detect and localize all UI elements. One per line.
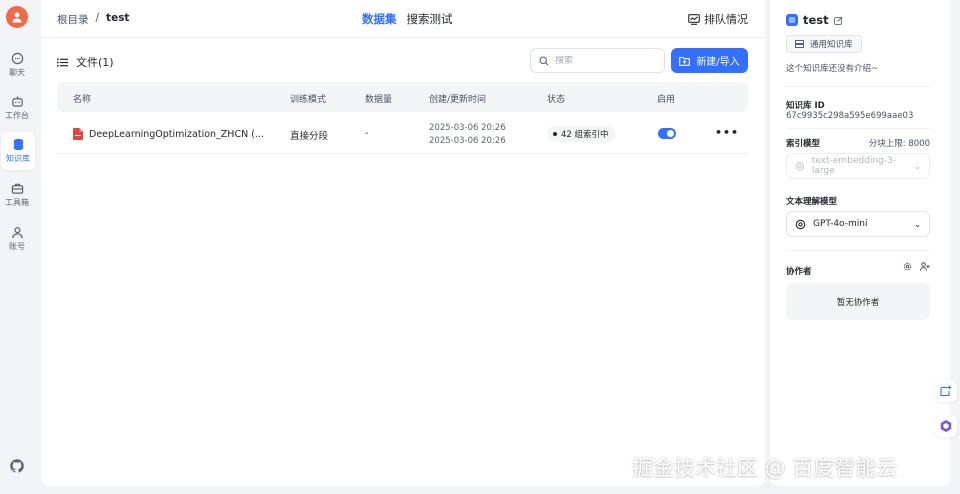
kb-intro[interactable]: 这个知识库还没有介绍~ [786,62,878,74]
table-header: 名称 训练模式 数据量 创建/更新时间 状态 启用 [57,82,748,112]
nav-label-knowledge: 知识库 [6,154,30,163]
nav-item-workbench[interactable]: 工作台 [0,89,34,127]
text-model-value: GPT-4o-mini [813,219,868,229]
index-model-select: text-embedding-3-large ⌄ [786,153,930,179]
column-header-time: 创建/更新时间 [429,95,487,105]
search-input[interactable] [555,55,655,66]
timestamps: 2025-03-06 20:26 2025-03-06 20:26 [429,122,506,148]
data-count: - [365,128,369,139]
index-model-value: text-embedding-3-large [811,156,896,176]
search-box[interactable] [530,48,665,73]
tab-bar: 数据集 搜索测试 [362,11,453,27]
collaborators-empty: 暂无协作者 [786,283,930,320]
gear-icon[interactable] [903,262,912,271]
github-link[interactable] [9,458,27,476]
column-header-mode: 训练模式 [290,95,327,105]
collaborator-actions [903,262,930,271]
tab-dataset[interactable]: 数据集 [362,11,397,27]
kb-name: test [803,13,829,27]
file-name-cell[interactable]: DeepLearningOptimization_ZHCN (... [73,128,264,140]
enable-toggle[interactable] [658,128,676,139]
new-import-button[interactable]: 新建/导入 [671,48,748,73]
queue-label: 排队情况 [704,13,748,26]
index-model-label: 索引模型 [786,139,821,149]
new-import-label: 新建/导入 [696,57,740,68]
list-icon [57,58,68,66]
text-model-select[interactable]: GPT-4o-mini ⌄ [786,211,930,237]
edit-icon[interactable] [833,15,843,25]
user-icon [12,12,22,23]
column-header-count: 数据量 [365,95,393,105]
created-time: 2025-03-06 20:26 [429,123,506,133]
queue-status-button[interactable]: 排队情况 [688,11,748,27]
info-panel: test 通用知识库 这个知识库还没有介绍~ 知识库 ID 67c9935c29… [770,0,950,486]
kb-id-label: 知识库 ID [786,101,825,111]
file-name: DeepLearningOptimization_ZHCN (... [89,128,264,140]
message-plus-icon [940,385,952,397]
breadcrumb-root[interactable]: 根目录 [57,12,89,27]
main-panel: 根目录 / test 数据集 搜索测试 排队情况 文件(1) 新建/导入 名称 … [41,0,765,486]
nav-label-chat: 聊天 [9,68,25,77]
server-icon [795,40,804,48]
status-dot-icon [553,132,557,136]
chat-icon [11,52,23,65]
chunk-limit: 分块上限: 8000 [868,139,930,149]
updated-time: 2025-03-06 20:26 [429,136,506,146]
feedback-button[interactable] [935,380,957,402]
nav-label-workbench: 工作台 [5,111,29,120]
divider [786,128,930,129]
add-user-icon[interactable] [920,262,930,271]
nav-item-chat[interactable]: 聊天 [0,46,34,84]
kb-type-badge: 通用知识库 [786,35,862,53]
status-text: 42 组索引中 [561,130,609,140]
kb-type-label: 通用知识库 [810,40,853,50]
pdf-file-icon [73,128,83,140]
tab-search-test[interactable]: 搜索测试 [407,11,453,27]
breadcrumb-separator: / [95,12,100,24]
nav-item-toolbox[interactable]: 工具箱 [0,176,34,214]
divider [786,86,930,87]
monitor-chart-icon [688,13,700,25]
chevron-down-icon: ⌄ [914,219,921,229]
openai-icon [795,161,805,171]
watermark: 掘金技术社区 @ 百度智能云 [632,456,898,480]
nav-label-account: 账号 [9,242,25,251]
github-icon [10,459,24,473]
user-avatar[interactable] [6,6,28,28]
toolbox-icon [11,183,23,194]
training-mode: 直接分段 [290,131,329,142]
nav-item-knowledge[interactable]: 知识库 [1,132,35,170]
collaborators-label: 协作者 [786,267,812,277]
table-row[interactable]: DeepLearningOptimization_ZHCN (... 直接分段 … [57,114,748,154]
breadcrumb-current: test [106,12,130,24]
files-header: 文件(1) [57,54,114,70]
person-icon [11,227,23,239]
kb-icon [786,14,798,26]
assistant-button[interactable] [935,415,957,437]
files-title: 文件(1) [76,56,114,69]
nav-label-toolbox: 工具箱 [5,198,29,207]
kb-title: test [786,13,843,27]
top-bar: 根目录 / test 数据集 搜索测试 排队情况 [41,0,765,38]
left-nav: 聊天 工作台 知识库 工具箱 账号 [0,0,36,494]
nav-item-account[interactable]: 账号 [0,220,34,258]
column-header-name: 名称 [73,95,92,105]
database-icon [13,138,23,151]
text-model-label: 文本理解模型 [786,197,838,207]
hexagon-logo-icon [940,420,952,432]
divider [786,250,930,251]
openai-icon [795,219,806,229]
column-header-enabled: 启用 [657,95,676,105]
status-badge: 42 组索引中 [547,126,615,142]
breadcrumb: 根目录 / test [57,12,129,27]
robot-icon [11,96,23,107]
search-icon [539,55,549,66]
column-header-status: 状态 [547,95,566,105]
chevron-down-icon: ⌄ [914,161,921,171]
more-actions-button[interactable]: ••• [715,126,739,139]
folder-add-icon [679,56,691,66]
kb-id-value: 67c9935c298a595e699aae03 [786,111,914,121]
